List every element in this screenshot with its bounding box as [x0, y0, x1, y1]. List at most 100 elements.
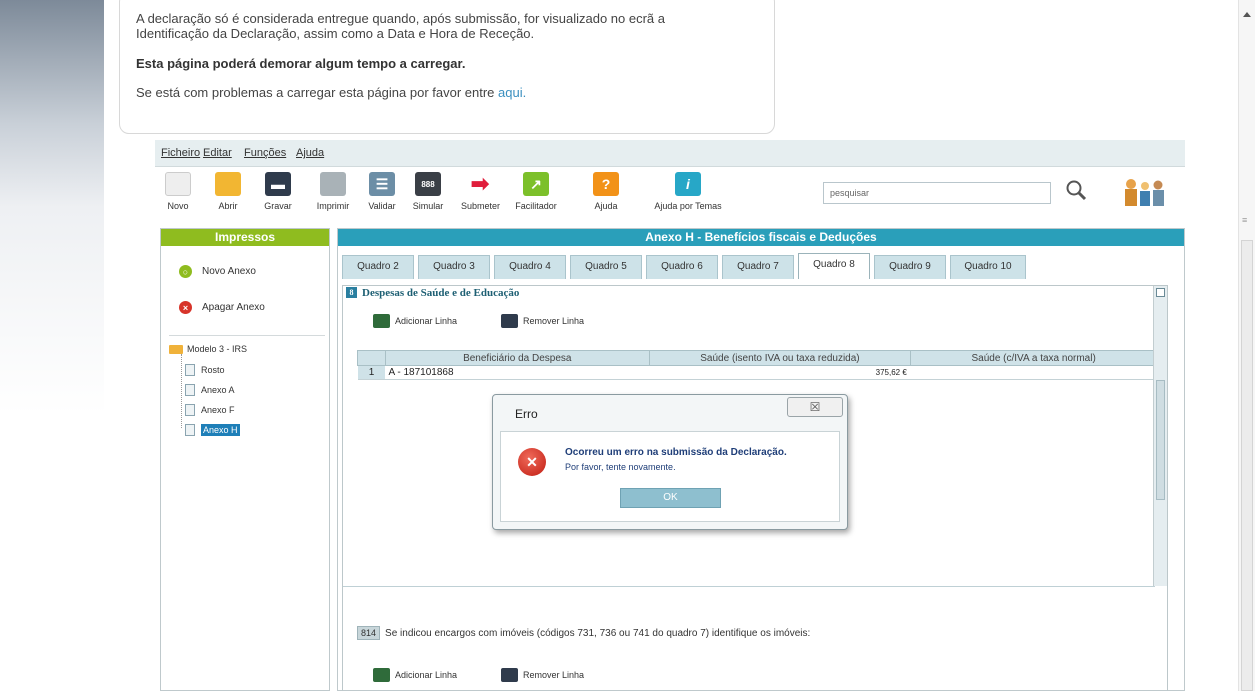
delete-annex-button[interactable]: × Apagar Anexo [179, 301, 265, 314]
section-scrollbar[interactable] [1153, 286, 1167, 586]
print-icon [320, 172, 346, 196]
tree-item-anexo-h[interactable]: Anexo H [185, 424, 240, 436]
section-header: 8 Despesas de Saúde e de Educação [343, 286, 1167, 299]
tab-quadro-6[interactable]: Quadro 6 [646, 255, 718, 279]
tab-quadro-7[interactable]: Quadro 7 [722, 255, 794, 279]
error-icon: ✕ [518, 448, 546, 476]
dialog-title: Erro [515, 407, 538, 421]
column-header-health-exempt: Saúde (isento IVA ou taxa reduzida) [648, 350, 912, 366]
remove-row-button-2[interactable]: Remover Linha [501, 668, 584, 682]
health-exempt-cell[interactable]: 375,62 € [649, 365, 911, 380]
scroll-up-arrow-icon[interactable] [1243, 12, 1251, 17]
remove-row-icon [501, 314, 518, 328]
page-scrollbar[interactable]: ≡ [1238, 0, 1255, 691]
help-button[interactable]: ? Ajuda [591, 172, 621, 211]
tree-root-label: Modelo 3 - IRS [187, 344, 248, 354]
property-question: 814 Se indicou encargos com imóveis (cód… [357, 626, 810, 640]
tab-quadro-9[interactable]: Quadro 9 [874, 255, 946, 279]
help-text: Se está com problemas a carregar esta pá… [136, 85, 758, 100]
open-button[interactable]: Abrir [213, 172, 243, 211]
tree-item-label: Rosto [201, 365, 225, 375]
scroll-up-icon[interactable] [1156, 288, 1165, 297]
validate-button[interactable]: ☰ Validar [367, 172, 397, 211]
info-icon: i [675, 172, 701, 196]
simulate-button[interactable]: 888 Simular [412, 172, 444, 211]
section-divider [343, 586, 1155, 587]
document-icon [185, 424, 195, 436]
row-number-header [357, 350, 386, 366]
health-normal-cell[interactable] [910, 365, 1157, 380]
section-scroll-thumb[interactable] [1156, 380, 1165, 500]
menu-ficheiro[interactable]: Ficheiro [161, 147, 200, 159]
annex-title: Anexo H - Benefícios fiscais e Deduções [338, 229, 1184, 246]
save-label: Gravar [264, 201, 292, 211]
beneficiary-cell[interactable]: A - 187101868 [385, 365, 650, 380]
tab-quadro-3[interactable]: Quadro 3 [418, 255, 490, 279]
column-header-beneficiary: Beneficiário da Despesa [384, 350, 650, 366]
save-icon: ▬ [265, 172, 291, 196]
add-row-label: Adicionar Linha [395, 316, 458, 326]
notice-line-2: Identificação da Declaração, assim como … [136, 26, 535, 41]
scroll-thumb[interactable] [1241, 240, 1253, 691]
remove-row-label-2: Remover Linha [523, 670, 585, 680]
search-input[interactable]: pesquisar [823, 182, 1051, 204]
submit-arrow-icon: ➡ [470, 171, 490, 196]
menu-ajuda[interactable]: Ajuda [296, 147, 324, 159]
folder-open-icon [215, 172, 241, 196]
add-row-button-2[interactable]: Adicionar Linha [373, 668, 457, 682]
save-button[interactable]: ▬ Gravar [261, 172, 295, 211]
tree-item-label: Anexo A [201, 385, 235, 395]
facilitator-label: Facilitador [515, 201, 557, 211]
print-button[interactable]: Imprimir [315, 172, 351, 211]
submit-button[interactable]: ➡ Submeter [461, 171, 501, 211]
people-icon[interactable] [1119, 177, 1169, 207]
load-warning: Esta página poderá demorar algum tempo a… [136, 56, 466, 71]
print-label: Imprimir [316, 201, 350, 211]
new-annex-label: Novo Anexo [202, 266, 256, 277]
facilitator-button[interactable]: ↗ Facilitador [513, 172, 559, 211]
add-row-button[interactable]: Adicionar Linha [373, 314, 457, 328]
document-icon [185, 364, 195, 376]
menu-funcoes[interactable]: Funções [244, 147, 286, 159]
notice-line-1: A declaração só é considerada entregue q… [136, 11, 666, 26]
search-icon[interactable] [1065, 179, 1087, 201]
help-link[interactable]: aqui. [498, 85, 526, 100]
tab-quadro-2[interactable]: Quadro 2 [342, 255, 414, 279]
validate-label: Validar [368, 201, 396, 211]
menu-editar[interactable]: Editar [203, 147, 232, 159]
tree-item-label: Anexo F [201, 405, 235, 415]
delete-icon: × [179, 301, 192, 314]
tree-item-anexo-a[interactable]: Anexo A [185, 384, 235, 396]
new-annex-button[interactable]: ○ Novo Anexo [179, 265, 256, 278]
tab-quadro-5[interactable]: Quadro 5 [570, 255, 642, 279]
tree-item-anexo-f[interactable]: Anexo F [185, 404, 235, 416]
add-row-icon [373, 668, 390, 682]
ok-button[interactable]: OK [620, 488, 721, 508]
expenses-table: Beneficiário da Despesa Saúde (isento IV… [357, 350, 1157, 380]
error-message: Ocorreu um erro na submissão da Declaraç… [565, 447, 787, 458]
tab-quadro-8[interactable]: Quadro 8 [798, 253, 870, 279]
new-label: Novo [167, 201, 189, 211]
question-badge: 814 [357, 626, 381, 640]
help-topics-button[interactable]: i Ajuda por Temas [651, 172, 725, 211]
tab-quadro-4[interactable]: Quadro 4 [494, 255, 566, 279]
remove-row-icon [501, 668, 518, 682]
section-number: 8 [346, 287, 357, 298]
scroll-grip-icon: ≡ [1242, 215, 1248, 225]
remove-row-button[interactable]: Remover Linha [501, 314, 584, 328]
submit-label: Submeter [461, 201, 501, 211]
new-button[interactable]: Novo [163, 172, 193, 211]
add-icon: ○ [179, 265, 192, 278]
remove-row-label: Remover Linha [523, 316, 585, 326]
column-header-health-normal: Saúde (c/IVA a taxa normal) [910, 350, 1157, 366]
tree-item-rosto[interactable]: Rosto [185, 364, 225, 376]
close-icon[interactable]: ☒ [787, 397, 843, 417]
section-title: Despesas de Saúde e de Educação [362, 286, 520, 299]
delete-annex-label: Apagar Anexo [202, 302, 265, 313]
tree-root-modelo3[interactable]: Modelo 3 - IRS [169, 344, 247, 354]
simulate-label: Simular [412, 201, 444, 211]
tree-connector [181, 354, 182, 428]
tab-quadro-10[interactable]: Quadro 10 [950, 255, 1026, 279]
table-row[interactable]: 1 A - 187101868 375,62 € [357, 365, 1157, 380]
document-icon [185, 384, 195, 396]
